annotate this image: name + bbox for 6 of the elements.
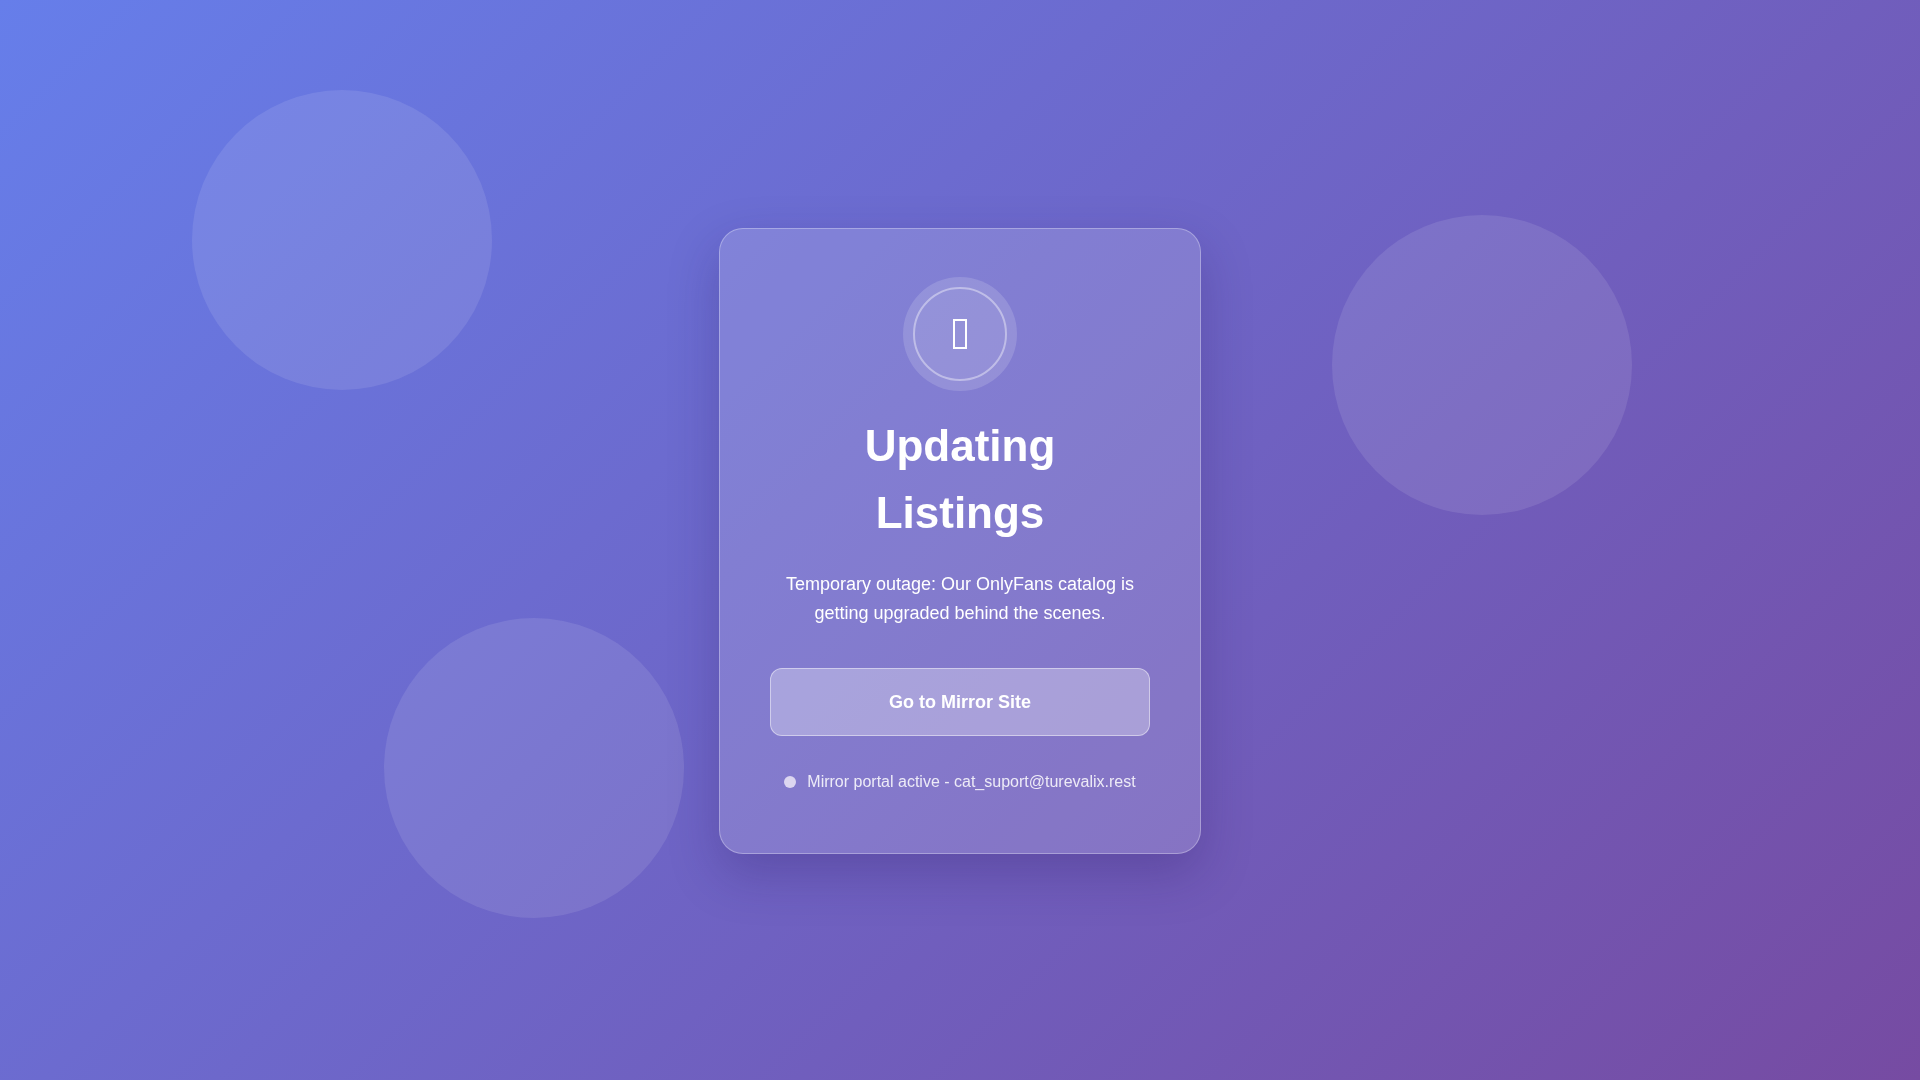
mirror-site-button[interactable]: Go to Mirror Site [770, 668, 1150, 736]
status-text: Mirror portal active - cat_suport@turevalix.rest [807, 773, 1136, 791]
card-title: Updating Listings [863, 420, 1057, 539]
status-dot [784, 776, 797, 788]
missing-glyph-icon [953, 319, 967, 349]
message-text: Temporary outage: Our OnlyFans catalog is getting upgraded behind the scenes. [784, 573, 1136, 625]
